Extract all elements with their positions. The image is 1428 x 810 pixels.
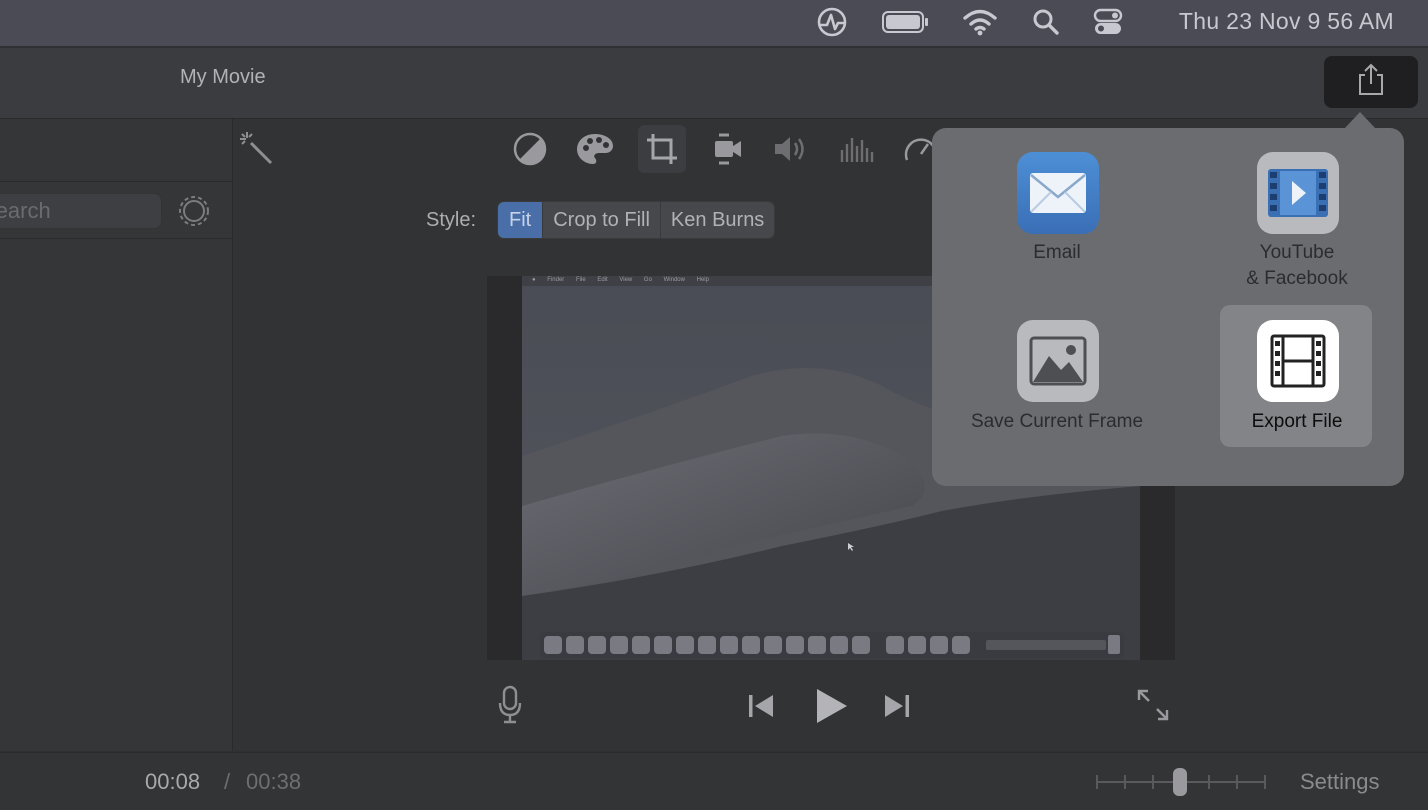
battery-icon[interactable]	[880, 7, 930, 37]
video-icon	[1257, 152, 1339, 234]
preview-menu-items: ● Finder File Edit View Go Window Help	[532, 277, 709, 283]
wifi-icon[interactable]	[960, 7, 1000, 37]
menu-bar: Thu 23 Nov 9 56 AM	[0, 0, 1428, 46]
search-placeholder: Search	[0, 198, 51, 223]
preview-menu-item: Edit	[597, 277, 608, 283]
apple-icon: ●	[532, 277, 536, 283]
preview-menu-item: Help	[696, 277, 709, 283]
style-option-fit[interactable]: Fit	[498, 202, 543, 238]
color-correction-icon[interactable]	[573, 127, 617, 171]
bottom-bar: 00:08 / 00:38 Settings	[0, 752, 1428, 810]
preview-dock	[540, 632, 1124, 658]
preview-menu-item: Finder	[547, 277, 565, 283]
gear-icon[interactable]	[176, 193, 212, 234]
share-save-frame-label: Save Current Frame	[970, 411, 1144, 432]
timecode-separator: /	[224, 769, 231, 794]
email-icon	[1017, 152, 1099, 234]
style-segmented-control: Fit Crop to Fill Ken Burns	[497, 201, 776, 239]
image-icon	[1017, 320, 1099, 402]
share-export-file[interactable]: Export File	[1220, 305, 1372, 447]
volume-icon[interactable]	[769, 127, 813, 171]
color-balance-icon[interactable]	[508, 127, 552, 171]
settings-button[interactable]: Settings	[1300, 769, 1380, 795]
preview-menu-item: View	[619, 277, 633, 283]
total-timecode: 00:38	[246, 769, 302, 794]
share-email[interactable]: Email	[981, 128, 1133, 270]
skip-forward-button[interactable]	[879, 689, 915, 723]
menu-bar-clock[interactable]: Thu 23 Nov 9 56 AM	[1179, 8, 1394, 35]
search-icon[interactable]	[1028, 7, 1064, 37]
project-title: My Movie	[180, 66, 266, 88]
divider	[0, 238, 232, 239]
magic-wand-icon[interactable]	[235, 127, 279, 171]
share-youtube-facebook[interactable]: YouTube & Facebook	[1221, 128, 1373, 289]
share-icon	[1356, 63, 1386, 102]
search-input[interactable]: Search	[0, 193, 162, 229]
preview-menu-item: File	[575, 277, 586, 283]
preview-menu-item: Window	[663, 277, 685, 283]
title-bar: My Movie	[0, 48, 1428, 119]
stabilization-icon[interactable]	[705, 127, 749, 171]
equalizer-icon[interactable]	[835, 127, 879, 171]
skip-back-button[interactable]	[743, 689, 779, 723]
share-popover: Email YouTube & Facebook Save Current Fr…	[932, 128, 1404, 486]
control-center-icon[interactable]	[1090, 7, 1126, 37]
divider	[0, 181, 232, 182]
current-timecode: 00:08	[145, 769, 201, 794]
share-button[interactable]	[1324, 56, 1418, 108]
fullscreen-icon[interactable]	[1133, 685, 1173, 725]
style-option-crop-to-fill[interactable]: Crop to Fill	[542, 202, 660, 238]
style-option-ken-burns[interactable]: Ken Burns	[659, 202, 774, 238]
microphone-icon[interactable]	[495, 685, 525, 725]
style-label: Style:	[426, 209, 477, 231]
zoom-slider-thumb	[1173, 768, 1187, 796]
popover-arrow	[1344, 112, 1376, 129]
cursor-icon	[848, 538, 854, 551]
media-browser-pane: Search	[0, 119, 233, 751]
film-icon	[1257, 320, 1339, 402]
preview-menu-item: Go	[643, 277, 652, 283]
play-button[interactable]	[807, 683, 853, 729]
activity-icon[interactable]	[812, 7, 852, 37]
share-save-current-frame[interactable]: Save Current Frame	[971, 305, 1143, 447]
share-youtube-label: YouTube & Facebook	[1246, 242, 1348, 289]
share-email-label: Email	[1033, 242, 1081, 263]
share-export-file-label: Export File	[1251, 411, 1343, 432]
crop-icon[interactable]	[638, 125, 686, 173]
zoom-slider[interactable]	[1095, 767, 1267, 797]
